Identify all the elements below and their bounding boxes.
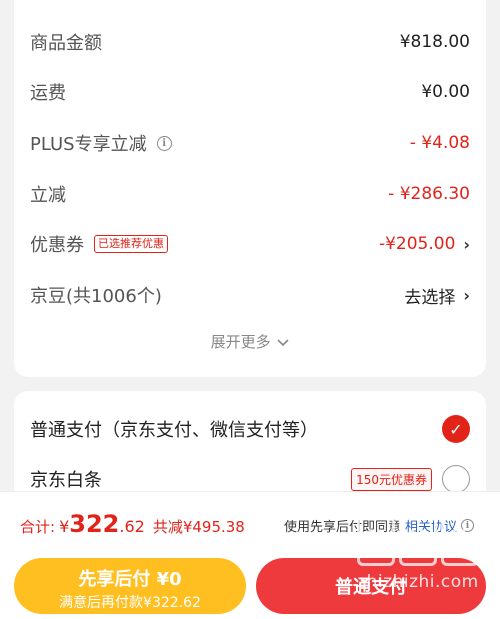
currency-symbol: ¥ — [59, 517, 70, 536]
pay-later-button[interactable]: 先享后付 ¥0 满意后再付款¥322.62 — [14, 558, 246, 614]
jd-beans-select: 去选择 — [404, 287, 456, 308]
agreement-text: 使用先享后付即同意 — [283, 520, 401, 535]
instant-discount-row: 立减 - ¥286.30 — [30, 174, 470, 214]
amount-integer: 322 — [69, 510, 120, 538]
coupon-value: -¥205.00 — [378, 234, 456, 254]
coupon-label: 优惠券 — [30, 235, 84, 256]
amount-decimal: .62 — [119, 517, 145, 536]
normal-payment-option[interactable]: 普通支付（京东支付、微信支付等） ✓ — [30, 411, 470, 447]
total-savings: 共减¥495.38 — [152, 518, 245, 536]
chevron-right-icon: › — [463, 234, 470, 254]
expand-more-button[interactable]: 展开更多 — [14, 331, 486, 352]
order-summary-card: 商品金额 ¥818.00 运费 ¥0.00 PLUS专享立减 i - ¥4.08… — [14, 0, 486, 377]
shipping-label: 运费 — [30, 83, 66, 104]
info-icon[interactable]: i — [461, 519, 474, 532]
recommended-coupon-badge: 已选推荐优惠 — [94, 235, 168, 253]
normal-payment-label: 普通支付（京东支付、微信支付等） — [30, 420, 318, 441]
expand-more-label: 展开更多 — [210, 333, 271, 351]
instant-discount-label: 立减 — [30, 185, 66, 206]
total-amount: 合计: ¥ 322 .62 共减¥495.38 — [20, 510, 245, 538]
checkmark-icon[interactable]: ✓ — [442, 415, 470, 443]
total-label: 合计: — [20, 518, 56, 536]
agreement-notice: 使用先享后付即同意 相关协议 i — [284, 516, 474, 535]
agreement-link[interactable]: 相关协议 — [405, 516, 457, 535]
jd-beans-label: 京豆(共1006个) — [30, 286, 162, 307]
info-icon[interactable]: i — [156, 135, 172, 151]
goods-amount-label: 商品金额 — [30, 33, 102, 54]
chevron-right-icon: › — [463, 285, 470, 305]
pay-later-sublabel: 满意后再付款¥322.62 — [59, 595, 201, 611]
baitiao-label: 京东白条 — [30, 470, 102, 491]
goods-amount-value: ¥818.00 — [399, 32, 470, 52]
baitiao-coupon-badge: 150元优惠券 — [351, 467, 432, 491]
normal-pay-button[interactable]: 普通支付 — [256, 558, 486, 614]
payment-method-card: 普通支付（京东支付、微信支付等） ✓ 京东白条 150元优惠券 — [14, 391, 486, 501]
shipping-row: 运费 ¥0.00 — [30, 72, 470, 112]
instant-discount-value: - ¥286.30 — [388, 184, 470, 204]
shipping-value: ¥0.00 — [421, 82, 470, 102]
plus-discount-row: PLUS专享立减 i - ¥4.08 — [30, 123, 470, 163]
pay-later-label: 先享后付 ¥0 — [78, 569, 182, 590]
radio-unselected-icon[interactable] — [442, 465, 470, 493]
plus-discount-value: - ¥4.08 — [409, 133, 470, 153]
normal-pay-label: 普通支付 — [335, 577, 407, 598]
coupon-row[interactable]: 优惠券 已选推荐优惠 -¥205.00 › — [30, 224, 470, 264]
plus-discount-label: PLUS专享立减 — [30, 134, 147, 155]
checkout-bar: 合计: ¥ 322 .62 共减¥495.38 使用先享后付即同意 相关协议 i … — [0, 491, 500, 619]
chevron-down-icon — [277, 338, 289, 346]
jd-beans-row[interactable]: 京豆(共1006个) 去选择 › — [30, 275, 470, 315]
goods-amount-row: 商品金额 ¥818.00 — [30, 22, 470, 62]
